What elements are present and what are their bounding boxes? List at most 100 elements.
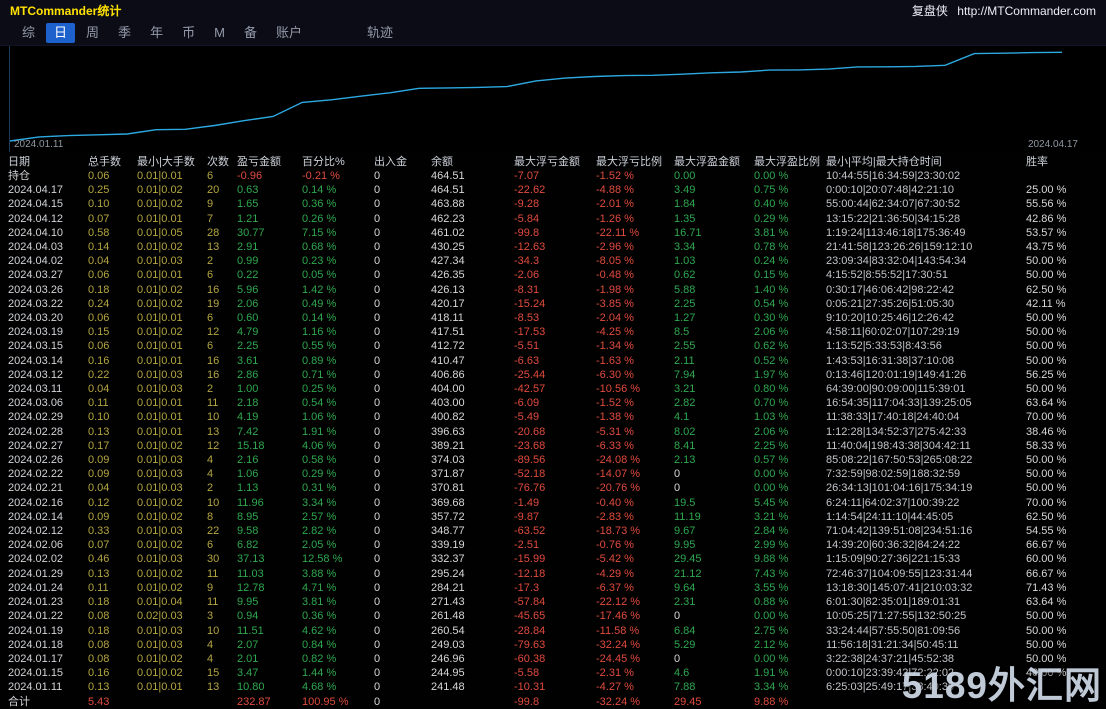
cell-profit-loss: 2.07 bbox=[237, 638, 302, 652]
table-row[interactable]: 2024.03.120.220.01|0.03162.860.71 %0406.… bbox=[0, 368, 1106, 382]
tab-summary[interactable]: 综 bbox=[14, 23, 43, 43]
cell-max-float-loss: -25.44 bbox=[514, 368, 596, 382]
tab-daily[interactable]: 日 bbox=[46, 23, 75, 43]
table-row[interactable]: 2024.02.210.040.01|0.0321.130.31 %0370.8… bbox=[0, 481, 1106, 495]
chart-start-date-label: 2024.01.11 bbox=[14, 139, 63, 150]
cell-max-float-profit-ratio: 0.75 % bbox=[754, 183, 826, 197]
tab-account[interactable]: 账户 bbox=[268, 23, 310, 43]
cell-hold-time: 16:54:35|117:04:33|139:25:05 bbox=[826, 396, 1026, 410]
cell-deposit-withdrawal: 0 bbox=[374, 496, 431, 510]
table-row[interactable]: 2024.02.260.090.01|0.0342.160.58 %0374.0… bbox=[0, 453, 1106, 467]
cell-deposit-withdrawal: 0 bbox=[374, 666, 431, 680]
cell-percent: 2.82 % bbox=[302, 524, 374, 538]
cell-count: 13 bbox=[207, 680, 237, 694]
cell-max-float-loss-ratio: -2.31 % bbox=[596, 666, 674, 680]
table-row[interactable]: 持仓0.060.01|0.016-0.96-0.21 %0464.51-7.07… bbox=[0, 169, 1106, 183]
cell-win-rate bbox=[1026, 169, 1082, 183]
table-row[interactable]: 2024.02.160.120.01|0.021011.963.34 %0369… bbox=[0, 496, 1106, 510]
cell-max-float-loss-ratio: -22.11 % bbox=[596, 226, 674, 240]
cell-deposit-withdrawal: 0 bbox=[374, 652, 431, 666]
cell-profit-loss: 1.65 bbox=[237, 197, 302, 211]
cell-percent: 2.57 % bbox=[302, 510, 374, 524]
table-row[interactable]: 2024.03.150.060.01|0.0162.250.55 %0412.7… bbox=[0, 339, 1106, 353]
table-row[interactable]: 2024.01.230.180.01|0.04119.953.81 %0271.… bbox=[0, 595, 1106, 609]
table-row[interactable]: 2024.02.020.460.01|0.033037.1312.58 %033… bbox=[0, 552, 1106, 566]
table-row[interactable]: 2024.03.260.180.01|0.02165.961.42 %0426.… bbox=[0, 283, 1106, 297]
cell-max-float-loss-ratio: -4.29 % bbox=[596, 567, 674, 581]
table-row[interactable]: 2024.04.120.070.01|0.0171.210.26 %0462.2… bbox=[0, 212, 1106, 226]
table-row[interactable]: 2024.04.170.250.01|0.02200.630.14 %0464.… bbox=[0, 183, 1106, 197]
table-row[interactable]: 2024.01.240.110.01|0.02912.784.71 %0284.… bbox=[0, 581, 1106, 595]
table-row[interactable]: 2024.02.220.090.01|0.0341.060.29 %0371.8… bbox=[0, 467, 1106, 481]
cell-hold-time: 85:08:22|167:50:53|265:08:22 bbox=[826, 453, 1026, 467]
table-row[interactable]: 2024.02.280.130.01|0.01137.421.91 %0396.… bbox=[0, 425, 1106, 439]
cell-deposit-withdrawal: 0 bbox=[374, 368, 431, 382]
cell-max-float-profit: 1.84 bbox=[674, 197, 754, 211]
cell-deposit-withdrawal: 0 bbox=[374, 609, 431, 623]
table-row[interactable]: 2024.01.220.080.02|0.0330.940.36 %0261.4… bbox=[0, 609, 1106, 623]
table-row[interactable]: 2024.02.290.100.01|0.01104.191.06 %0400.… bbox=[0, 410, 1106, 424]
cell-min-max-lots: 0.02|0.03 bbox=[137, 609, 207, 623]
table-row[interactable]: 2024.01.180.080.01|0.0342.070.84 %0249.0… bbox=[0, 638, 1106, 652]
cell-count: 6 bbox=[207, 311, 237, 325]
cell-percent: 7.15 % bbox=[302, 226, 374, 240]
cell-date: 2024.03.14 bbox=[8, 354, 88, 368]
cell-total-lots: 5.43 bbox=[88, 695, 137, 709]
table-row[interactable]: 2024.03.270.060.01|0.0160.220.05 %0426.3… bbox=[0, 268, 1106, 282]
tab-trajectory[interactable]: 轨迹 bbox=[359, 23, 401, 43]
tab-weekly[interactable]: 周 bbox=[78, 23, 107, 43]
cell-max-float-loss: -12.63 bbox=[514, 240, 596, 254]
table-row[interactable]: 2024.04.150.100.01|0.0291.650.36 %0463.8… bbox=[0, 197, 1106, 211]
table-row[interactable]: 2024.02.120.330.01|0.03229.582.82 %0348.… bbox=[0, 524, 1106, 538]
cell-min-max-lots: 0.01|0.01 bbox=[137, 425, 207, 439]
cell-max-float-loss: -7.07 bbox=[514, 169, 596, 183]
cell-balance: 260.54 bbox=[431, 624, 514, 638]
cell-min-max-lots: 0.01|0.02 bbox=[137, 439, 207, 453]
cell-date: 2024.02.16 bbox=[8, 496, 88, 510]
cell-max-float-loss: -45.65 bbox=[514, 609, 596, 623]
cell-total-lots: 0.08 bbox=[88, 609, 137, 623]
table-row[interactable]: 2024.04.100.580.01|0.052830.777.15 %0461… bbox=[0, 226, 1106, 240]
table-row[interactable]: 2024.02.140.090.01|0.0288.952.57 %0357.7… bbox=[0, 510, 1106, 524]
table-row[interactable]: 2024.04.020.040.01|0.0320.990.23 %0427.3… bbox=[0, 254, 1106, 268]
cell-max-float-loss: -99.8 bbox=[514, 695, 596, 709]
table-row[interactable]: 2024.03.220.240.01|0.02192.060.49 %0420.… bbox=[0, 297, 1106, 311]
tab-quarterly[interactable]: 季 bbox=[110, 23, 139, 43]
cell-profit-loss: 6.82 bbox=[237, 538, 302, 552]
tab-m[interactable]: M bbox=[206, 23, 233, 43]
cell-deposit-withdrawal: 0 bbox=[374, 453, 431, 467]
cell-count: 28 bbox=[207, 226, 237, 240]
cell-percent: 0.14 % bbox=[302, 183, 374, 197]
table-row[interactable]: 2024.03.110.040.01|0.0321.000.25 %0404.0… bbox=[0, 382, 1106, 396]
table-row[interactable]: 2024.03.060.110.01|0.01112.180.54 %0403.… bbox=[0, 396, 1106, 410]
table-row[interactable]: 2024.02.060.070.01|0.0266.822.05 %0339.1… bbox=[0, 538, 1106, 552]
tab-memo[interactable]: 备 bbox=[236, 23, 265, 43]
tab-yearly[interactable]: 年 bbox=[142, 23, 171, 43]
cell-max-float-profit-ratio: 1.91 % bbox=[754, 666, 826, 680]
table-row[interactable]: 2024.03.190.150.01|0.02124.791.16 %0417.… bbox=[0, 325, 1106, 339]
cell-max-float-loss: -76.76 bbox=[514, 481, 596, 495]
cell-balance: 369.68 bbox=[431, 496, 514, 510]
table-row[interactable]: 2024.03.140.160.01|0.01163.610.89 %0410.… bbox=[0, 354, 1106, 368]
cell-hold-time: 0:13:46|120:01:19|149:41:26 bbox=[826, 368, 1026, 382]
table-row[interactable]: 2024.03.200.060.01|0.0160.600.14 %0418.1… bbox=[0, 311, 1106, 325]
table-row[interactable]: 2024.01.190.180.01|0.031011.514.62 %0260… bbox=[0, 624, 1106, 638]
cell-hold-time: 10:44:55|16:34:59|23:30:02 bbox=[826, 169, 1026, 183]
cell-profit-loss: 12.78 bbox=[237, 581, 302, 595]
table-row[interactable]: 2024.04.030.140.01|0.02132.910.68 %0430.… bbox=[0, 240, 1106, 254]
table-row[interactable]: 2024.01.290.130.01|0.021111.033.88 %0295… bbox=[0, 567, 1106, 581]
column-header-max-float-profit: 最大浮盈金额 bbox=[674, 153, 754, 169]
cell-max-float-profit-ratio: 0.52 % bbox=[754, 354, 826, 368]
cell-profit-loss: 3.47 bbox=[237, 666, 302, 680]
cell-count: 16 bbox=[207, 354, 237, 368]
cell-max-float-loss: -34.3 bbox=[514, 254, 596, 268]
cell-count: 19 bbox=[207, 297, 237, 311]
cell-max-float-profit-ratio: 0.62 % bbox=[754, 339, 826, 353]
cell-percent: 0.49 % bbox=[302, 297, 374, 311]
cell-max-float-profit: 5.29 bbox=[674, 638, 754, 652]
cell-date: 2024.03.19 bbox=[8, 325, 88, 339]
cell-max-float-profit: 11.19 bbox=[674, 510, 754, 524]
tab-currency[interactable]: 币 bbox=[174, 23, 203, 43]
cell-min-max-lots: 0.01|0.04 bbox=[137, 595, 207, 609]
table-row[interactable]: 2024.02.270.170.01|0.021215.184.06 %0389… bbox=[0, 439, 1106, 453]
